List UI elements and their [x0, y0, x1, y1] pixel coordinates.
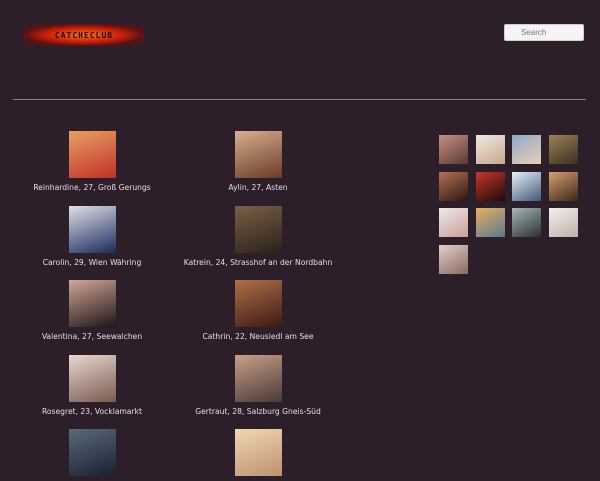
profile-card[interactable]: Valentina, 27, Seewalchen — [7, 280, 177, 341]
profile-photo[interactable] — [234, 355, 282, 402]
profile-card[interactable] — [173, 429, 343, 481]
profile-photo[interactable] — [234, 429, 282, 476]
profile-photo[interactable] — [234, 206, 282, 253]
profile-card[interactable] — [7, 429, 177, 481]
profile-card[interactable]: Aylin, 27, Asten — [173, 131, 343, 192]
search-input[interactable] — [504, 24, 584, 41]
gallery-thumbnail[interactable] — [439, 244, 468, 274]
profile-photo[interactable] — [234, 131, 282, 178]
profile-photo[interactable] — [68, 206, 116, 253]
profile-caption[interactable]: Reinhardine, 27, Groß Gerungs — [7, 183, 177, 192]
header-divider — [13, 99, 586, 100]
profile-photo[interactable] — [68, 355, 116, 402]
profile-card[interactable]: Rosegret, 23, Vocklamarkt — [7, 355, 177, 416]
gallery-thumbnail[interactable] — [548, 171, 578, 201]
gallery-thumbnail[interactable] — [548, 135, 578, 164]
profile-photo[interactable] — [68, 280, 116, 327]
profile-card[interactable]: Katrein, 24, Strasshof an der Nordbahn — [173, 206, 343, 267]
profile-photo[interactable] — [68, 131, 116, 178]
profile-caption[interactable]: Valentina, 27, Seewalchen — [7, 332, 177, 341]
profile-caption[interactable]: Katrein, 24, Strasshof an der Nordbahn — [173, 258, 343, 267]
gallery-thumbnail[interactable] — [475, 208, 505, 237]
profile-photo[interactable] — [68, 429, 116, 476]
profile-caption[interactable]: Carolin, 29, Wien Währing — [7, 258, 177, 267]
site-logo[interactable]: CATCHECLUB — [24, 24, 144, 46]
profile-card[interactable]: Reinhardine, 27, Groß Gerungs — [7, 131, 177, 192]
profile-caption[interactable]: Cathrin, 22, Neusiedl am See — [173, 332, 343, 341]
gallery-thumbnail[interactable] — [512, 135, 541, 164]
gallery-thumbnail[interactable] — [475, 135, 505, 164]
profile-caption[interactable]: Rosegret, 23, Vocklamarkt — [7, 407, 177, 416]
profile-card[interactable]: Carolin, 29, Wien Währing — [7, 206, 177, 267]
gallery-thumbnail[interactable] — [512, 171, 541, 201]
logo-text: CATCHECLUB — [54, 30, 114, 40]
profile-caption[interactable]: Gertraut, 28, Salzburg Gneis-Süd — [173, 407, 343, 416]
profile-photo[interactable] — [234, 280, 282, 327]
profile-caption[interactable]: Aylin, 27, Asten — [173, 183, 343, 192]
profile-card[interactable]: Gertraut, 28, Salzburg Gneis-Süd — [173, 355, 343, 416]
gallery-thumbnail[interactable] — [439, 208, 468, 237]
profile-card[interactable]: Cathrin, 22, Neusiedl am See — [173, 280, 343, 341]
gallery-thumbnail[interactable] — [475, 171, 505, 201]
gallery-thumbnail[interactable] — [512, 208, 541, 237]
gallery-thumbnail[interactable] — [548, 208, 578, 237]
gallery-thumbnail[interactable] — [439, 171, 468, 201]
gallery-thumbnail[interactable] — [439, 135, 468, 164]
